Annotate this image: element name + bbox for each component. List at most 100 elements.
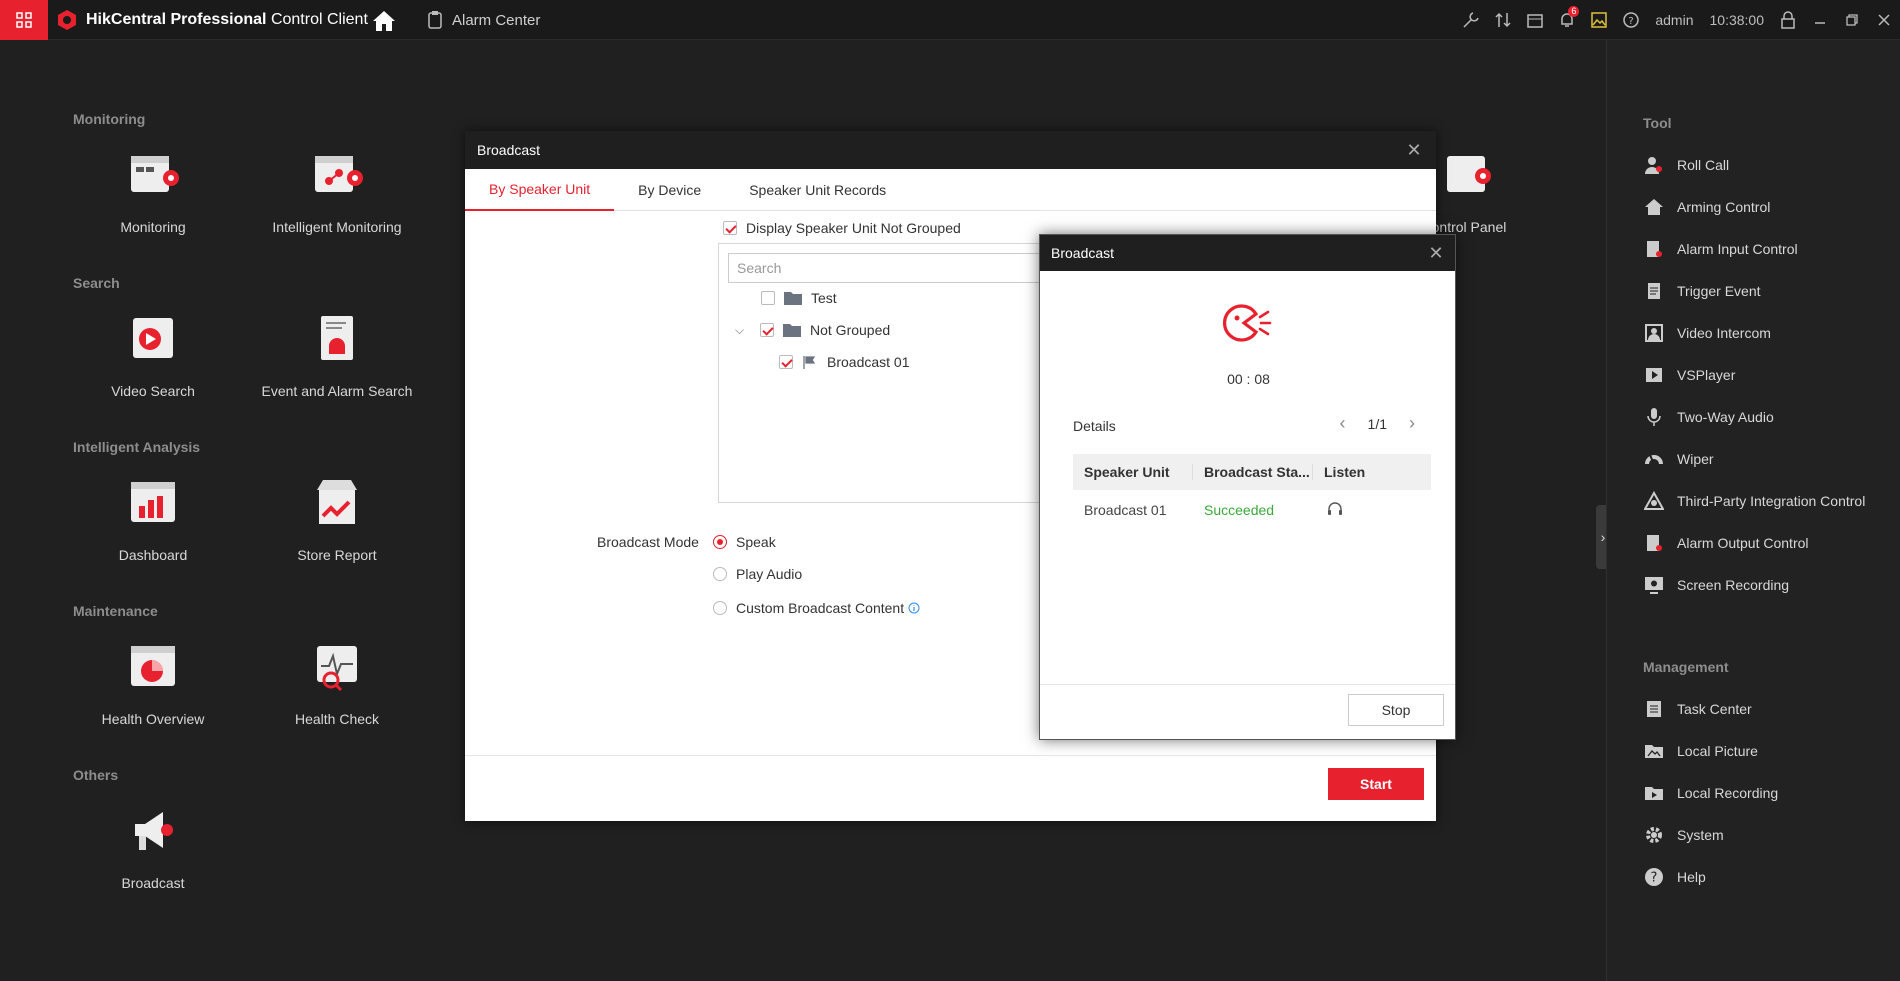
mgmt-local-picture[interactable]: Local Picture [1643,739,1758,763]
current-user[interactable]: admin [1647,12,1701,28]
close-app-button[interactable] [1868,0,1900,40]
mode-custom-option[interactable]: Custom Broadcast Content [713,600,920,616]
tool-trigger-event[interactable]: Trigger Event [1643,279,1761,303]
mgmt-task-center[interactable]: Task Center [1643,697,1752,721]
event-alarm-search-icon [321,316,353,360]
tile-health-check[interactable]: Health Check [242,640,432,727]
chevron-left-icon[interactable]: ‹ [1340,413,1346,434]
home-icon[interactable] [372,10,396,32]
tool-arming-control[interactable]: Arming Control [1643,195,1770,219]
info-icon[interactable] [908,602,920,614]
tool-wiper-label: Wiper [1677,451,1714,467]
tool-alarm-input-control-label: Alarm Input Control [1677,241,1798,257]
mode-speak-radio[interactable] [713,535,727,549]
tile-video-search[interactable]: Video Search [58,312,248,399]
broadcast-timer: 00 : 08 [1227,371,1270,387]
display-not-grouped-option[interactable]: Display Speaker Unit Not Grouped [723,220,961,236]
tile-event-alarm-search[interactable]: Event and Alarm Search [242,312,432,399]
screen-recording-icon [1645,577,1663,594]
tool-alarm-output-control-label: Alarm Output Control [1677,535,1809,551]
tool-alarm-output-control[interactable]: Alarm Output Control [1643,531,1809,555]
mode-play-audio-radio[interactable] [713,567,727,581]
grid-icon [16,12,32,28]
tree-node-broadcast-01[interactable]: Broadcast 01 [779,354,910,370]
mode-speak-option[interactable]: Speak [713,534,776,550]
display-not-grouped-checkbox[interactable] [723,221,737,235]
start-button[interactable]: Start [1328,768,1424,800]
speaker-unit-icon [803,356,816,369]
health-check-icon [317,646,357,692]
lock-icon [1781,11,1795,29]
local-recording-icon [1645,787,1663,800]
col-speaker-unit: Speaker Unit [1073,464,1193,480]
tool-two-way-audio[interactable]: Two-Way Audio [1643,405,1774,429]
mode-custom-radio[interactable] [713,601,727,615]
tile-store-report[interactable]: Store Report [242,476,432,563]
restore-button[interactable] [1836,0,1868,40]
help-button[interactable]: ? [1615,0,1647,40]
col-listen: Listen [1324,464,1366,480]
close-icon[interactable]: ✕ [1426,243,1446,263]
mode-custom-label: Custom Broadcast Content [736,600,905,616]
tool-arming-control-label: Arming Control [1677,199,1771,215]
dialog-footer: Start [465,755,1436,821]
tool-alarm-input-control[interactable]: Alarm Input Control [1643,237,1798,261]
tab-by-device[interactable]: By Device [614,169,725,211]
picture-button[interactable] [1583,0,1615,40]
headphones-icon[interactable] [1327,501,1343,517]
monitoring-icon [131,156,179,192]
app-brand: HikCentral Professional Control Client [56,0,368,40]
tile-dashboard[interactable]: Dashboard [58,476,248,563]
tile-monitoring[interactable]: Monitoring [58,148,248,235]
tab-alarm-center[interactable]: Alarm Center [428,0,540,40]
tile-store-report-label: Store Report [297,547,377,563]
lock-button[interactable] [1772,0,1804,40]
tool-video-intercom[interactable]: Video Intercom [1643,321,1771,345]
tool-vsplayer-label: VSPlayer [1677,367,1736,383]
mgmt-help[interactable]: ? Help [1643,865,1706,889]
tree-broadcast-01-checkbox[interactable] [779,355,793,369]
mgmt-system[interactable]: System [1643,823,1724,847]
calendar-button[interactable] [1519,0,1551,40]
chevron-right-icon[interactable]: › [1409,413,1415,434]
tile-intelligent-monitoring[interactable]: Intelligent Monitoring [242,148,432,235]
close-icon[interactable]: ✕ [1404,140,1424,160]
microphone-icon [1647,408,1661,426]
mgmt-task-center-label: Task Center [1677,701,1752,717]
mode-speak-label: Speak [736,534,776,550]
control-panel-icon [1447,156,1491,192]
tab-speaker-unit-records[interactable]: Speaker Unit Records [725,169,910,211]
wrench-icon [1463,12,1480,28]
chevron-down-icon[interactable]: ⌵ [735,323,751,338]
maintenance-tool-button[interactable] [1455,0,1487,40]
tile-health-overview[interactable]: Health Overview [58,640,248,727]
mgmt-help-label: Help [1677,869,1706,885]
tile-broadcast[interactable]: Broadcast [58,804,248,891]
tool-trigger-event-label: Trigger Event [1677,283,1761,299]
tool-third-party-integration[interactable]: Third-Party Integration Control [1643,489,1865,513]
stop-button[interactable]: Stop [1348,694,1444,726]
tab-by-speaker-unit[interactable]: By Speaker Unit [465,169,615,211]
wiper-icon [1645,454,1663,465]
tree-node-not-grouped[interactable]: ⌵ Not Grouped [735,322,890,338]
tile-health-overview-label: Health Overview [101,711,205,727]
transfer-button[interactable] [1487,0,1519,40]
mode-play-audio-option[interactable]: Play Audio [713,566,802,582]
tool-title: Tool [1643,115,1672,131]
mgmt-local-recording[interactable]: Local Recording [1643,781,1778,805]
notification-button[interactable]: 6 [1551,0,1583,40]
minimize-button[interactable] [1804,0,1836,40]
row-speaker-unit: Broadcast 01 [1084,502,1167,518]
tool-screen-recording[interactable]: Screen Recording [1643,573,1789,597]
tree-broadcast-01-label: Broadcast 01 [827,354,910,370]
restore-icon [1846,14,1858,26]
table-row: Broadcast 01 Succeeded [1073,490,1431,530]
tool-wiper[interactable]: Wiper [1643,447,1714,471]
calendar-icon [1527,14,1544,28]
tree-not-grouped-checkbox[interactable] [760,323,774,337]
tool-vsplayer[interactable]: VSPlayer [1643,363,1735,387]
tree-node-test[interactable]: Test [761,290,837,306]
app-grid-button[interactable] [0,0,48,40]
tool-roll-call[interactable]: Roll Call [1643,153,1729,177]
tree-test-checkbox[interactable] [761,291,775,305]
